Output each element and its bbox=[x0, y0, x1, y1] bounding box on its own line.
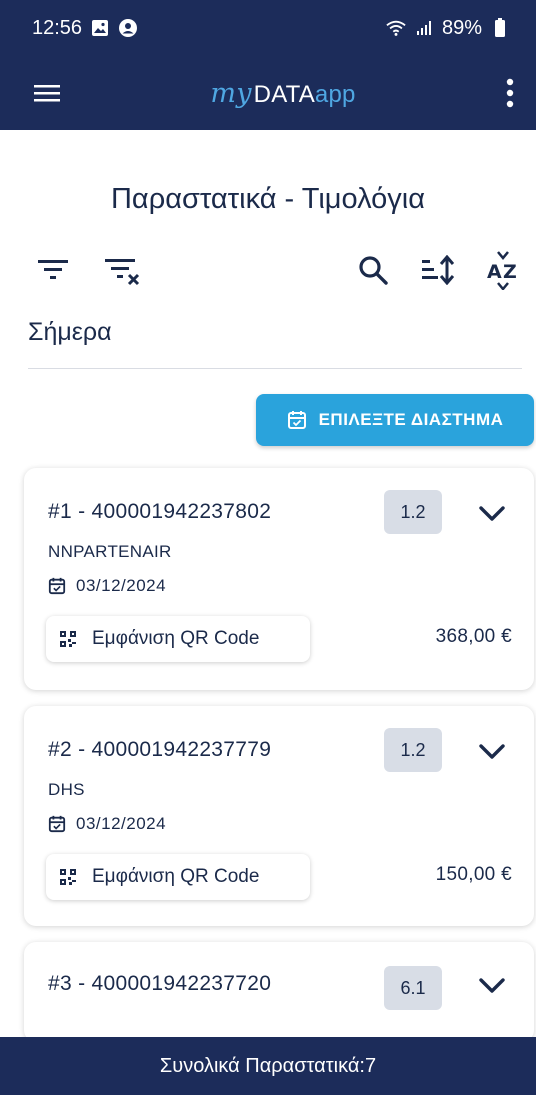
status-time: 12:56 bbox=[32, 16, 83, 39]
document-company: DHS bbox=[48, 780, 85, 799]
document-date: 03/12/2024 bbox=[48, 576, 166, 596]
list-toolbar: AZ bbox=[28, 245, 528, 295]
document-date-text: 03/12/2024 bbox=[76, 576, 167, 595]
show-qr-code-button[interactable]: Εμφάνιση QR Code bbox=[46, 854, 310, 900]
document-type-badge: 1.2 bbox=[384, 490, 442, 534]
document-title: #1 - 400001942237802 bbox=[48, 500, 272, 523]
calendar-icon bbox=[287, 410, 307, 430]
svg-text:A: A bbox=[487, 261, 502, 283]
signal-icon bbox=[414, 18, 434, 38]
chevron-down-icon[interactable] bbox=[472, 734, 512, 770]
document-amount: 150,00 € bbox=[435, 864, 512, 885]
show-qr-code-label: Εμφάνιση QR Code bbox=[92, 866, 260, 887]
document-date: 03/12/2024 bbox=[48, 814, 166, 834]
app-header: 12:56 89% my DATA app bbox=[0, 0, 536, 130]
document-title: #2 - 400001942237779 bbox=[48, 738, 272, 761]
show-qr-code-label: Εμφάνιση QR Code bbox=[92, 628, 260, 649]
app-logo: my DATA app bbox=[210, 78, 355, 109]
document-card[interactable]: #3 - 400001942237720 6.1 bbox=[24, 942, 534, 1042]
battery-percent: 89% bbox=[441, 16, 482, 39]
clear-filter-icon[interactable] bbox=[98, 245, 148, 295]
document-card[interactable]: #1 - 400001942237802 1.2 NNPARTENAIR 03/… bbox=[24, 468, 534, 690]
calendar-icon bbox=[48, 577, 66, 595]
select-period-label: ΕΠΙΛΕΞΤΕ ΔΙΑΣΤΗΜΑ bbox=[318, 410, 504, 429]
status-bar: 12:56 89% bbox=[0, 0, 536, 56]
more-options-icon[interactable] bbox=[506, 78, 514, 108]
filter-icon[interactable] bbox=[28, 245, 78, 295]
svg-text:Z: Z bbox=[503, 261, 517, 283]
show-qr-code-button[interactable]: Εμφάνιση QR Code bbox=[46, 616, 310, 662]
section-divider bbox=[28, 368, 522, 369]
document-title: #3 - 400001942237720 bbox=[48, 972, 272, 995]
app-bar: my DATA app bbox=[0, 56, 536, 130]
document-company: NNPARTENAIR bbox=[48, 542, 172, 561]
brand-part-my: my bbox=[210, 77, 252, 109]
select-period-button[interactable]: ΕΠΙΛΕΞΤΕ ΔΙΑΣΤΗΜΑ bbox=[256, 394, 534, 446]
page-title: Παραστατικά - Τιμολόγια bbox=[110, 183, 425, 215]
chevron-down-icon[interactable] bbox=[472, 968, 512, 1004]
calendar-icon bbox=[48, 815, 66, 833]
gallery-icon bbox=[90, 18, 110, 38]
chevron-down-icon[interactable] bbox=[472, 496, 512, 532]
sort-alphabetical-icon[interactable]: AZ bbox=[478, 245, 528, 295]
hamburger-menu-icon[interactable] bbox=[34, 83, 60, 103]
brand-part-data: DATA bbox=[253, 80, 315, 108]
search-icon[interactable] bbox=[348, 245, 398, 295]
document-type-badge: 6.1 bbox=[384, 966, 442, 1010]
wifi-icon bbox=[386, 18, 406, 38]
battery-icon bbox=[490, 18, 510, 38]
total-documents-label: Συνολικά Παραστατικά:7 bbox=[159, 1054, 377, 1077]
document-card[interactable]: #2 - 400001942237779 1.2 DHS 03/12/2024 … bbox=[24, 706, 534, 926]
document-date-text: 03/12/2024 bbox=[76, 814, 167, 833]
section-label-today: Σήμερα bbox=[28, 318, 112, 346]
total-documents-footer: Συνολικά Παραστατικά:7 bbox=[0, 1037, 536, 1095]
qr-code-icon bbox=[60, 631, 76, 647]
brand-part-app: app bbox=[314, 80, 356, 108]
qr-code-icon bbox=[60, 869, 76, 885]
sort-order-icon[interactable] bbox=[412, 245, 462, 295]
document-amount: 368,00 € bbox=[435, 626, 512, 647]
account-icon bbox=[118, 18, 138, 38]
document-type-badge: 1.2 bbox=[384, 728, 442, 772]
